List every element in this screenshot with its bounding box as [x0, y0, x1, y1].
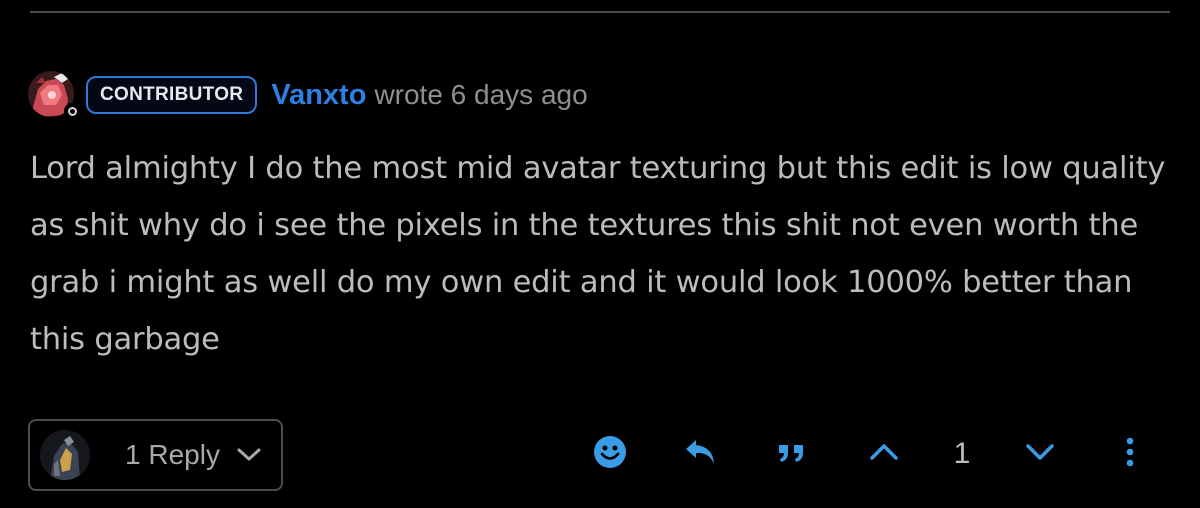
- top-divider: [30, 11, 1170, 13]
- upvote-icon: [869, 442, 899, 467]
- comment-text: Lord almighty I do the most mid avatar t…: [30, 151, 1166, 357]
- author-name-link[interactable]: Vanxto: [271, 79, 366, 112]
- comment-header: CONTRIBUTOR Vanxto wrote 6 days ago: [28, 70, 588, 120]
- vote-count-value: 1: [953, 437, 971, 470]
- reply-button[interactable]: [680, 430, 720, 478]
- more-icon: [1125, 437, 1135, 472]
- contributor-badge: CONTRIBUTOR: [86, 76, 258, 114]
- status-indicator-icon: [64, 103, 80, 119]
- vote-count: 1: [944, 430, 980, 478]
- emoji-icon: [593, 435, 627, 474]
- author-avatar-wrapper[interactable]: [28, 71, 80, 119]
- reply-icon: [683, 437, 717, 472]
- replies-toggle-button[interactable]: 1 Reply: [28, 419, 283, 491]
- comment-timestamp: wrote 6 days ago: [374, 79, 588, 110]
- upvote-button[interactable]: [864, 430, 904, 478]
- reply-count-label: 1 Reply: [125, 439, 220, 470]
- more-options-button[interactable]: [1114, 430, 1146, 478]
- emoji-reaction-button[interactable]: [590, 430, 630, 478]
- quote-icon: [777, 441, 807, 468]
- reply-avatar: [40, 430, 90, 480]
- quote-button[interactable]: [772, 430, 812, 478]
- chevron-down-icon: [236, 447, 262, 463]
- downvote-button[interactable]: [1020, 430, 1060, 478]
- downvote-icon: [1025, 442, 1055, 467]
